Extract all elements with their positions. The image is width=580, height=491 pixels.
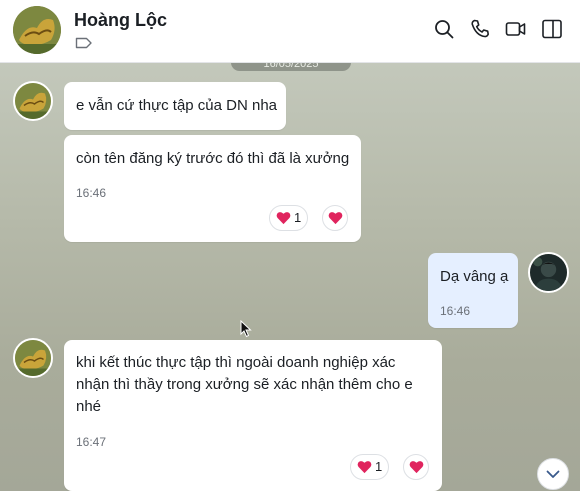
chat-header: Hoàng Lộc	[0, 0, 580, 63]
message-bubble[interactable]: khi kết thúc thực tập thì ngoài doanh ng…	[64, 340, 442, 491]
reaction-count: 1	[375, 459, 383, 474]
sidebar-toggle-icon	[542, 19, 562, 39]
video-call-button[interactable]	[504, 17, 528, 41]
reaction-summary[interactable]: 1	[269, 205, 309, 231]
message-time: 16:46	[440, 304, 471, 318]
chevron-down-icon	[546, 470, 560, 478]
message-time: 16:47	[76, 435, 107, 449]
message-text: Dạ vâng ạ	[440, 268, 509, 285]
heart-icon	[276, 212, 291, 225]
message-text: khi kết thúc thực tập thì ngoài doanh ng…	[76, 354, 413, 415]
heart-icon	[357, 461, 372, 474]
scroll-to-bottom-button[interactable]	[537, 458, 569, 490]
reaction-count: 1	[294, 210, 302, 225]
search-icon	[435, 20, 454, 39]
tag-icon[interactable]	[75, 36, 93, 50]
my-message-bubble[interactable]: Dạ vâng ạ 16:46	[428, 253, 518, 328]
date-separator: 16/05/2025	[231, 63, 351, 71]
react-button[interactable]	[322, 205, 348, 231]
react-button[interactable]	[403, 454, 429, 480]
sender-avatar[interactable]	[13, 81, 53, 121]
chat-area[interactable]: 16/05/2025 e vẫn cứ thực tập của DN nha …	[0, 63, 580, 491]
my-avatar[interactable]	[528, 252, 569, 293]
reaction-summary[interactable]: 1	[350, 454, 390, 480]
video-call-icon	[505, 22, 526, 36]
phone-icon	[471, 19, 489, 38]
heart-icon	[409, 461, 423, 474]
message-bubble[interactable]: còn tên đăng ký trước đó thì đã là xưởng…	[64, 135, 361, 242]
message-bubble[interactable]: e vẫn cứ thực tập của DN nha	[64, 82, 286, 130]
contact-avatar[interactable]	[13, 6, 61, 54]
mouse-cursor-icon	[240, 320, 252, 338]
message-time: 16:46	[76, 186, 107, 200]
heart-icon	[328, 212, 342, 225]
sender-avatar[interactable]	[13, 338, 53, 378]
search-button[interactable]	[432, 17, 456, 41]
message-text: e vẫn cứ thực tập của DN nha	[76, 97, 278, 114]
message-text: còn tên đăng ký trước đó thì đã là xưởng	[76, 150, 350, 167]
sidebar-toggle-button[interactable]	[540, 17, 564, 41]
contact-name[interactable]: Hoàng Lộc	[74, 10, 167, 31]
call-button[interactable]	[468, 17, 492, 41]
